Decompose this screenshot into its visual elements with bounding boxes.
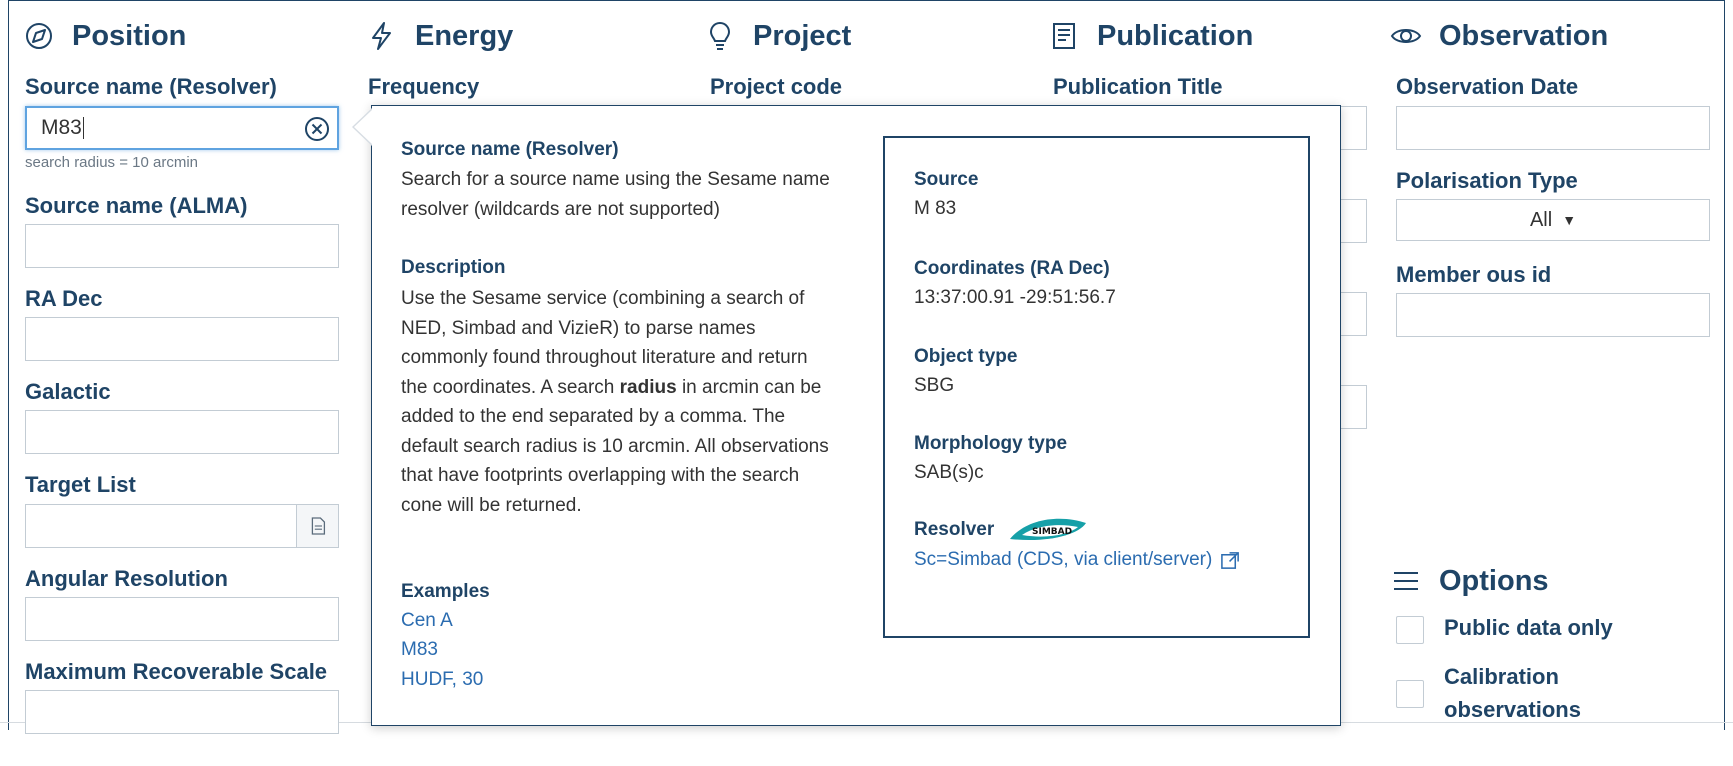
coords-label: Coordinates (RA Dec) bbox=[914, 258, 1110, 279]
text-caret bbox=[82, 117, 84, 140]
galactic-label: Galactic bbox=[25, 379, 111, 404]
simbad-logo-text: SIMBAD bbox=[1032, 527, 1072, 537]
project-title: Project bbox=[753, 19, 852, 52]
example-link-1[interactable]: Cen A bbox=[401, 610, 453, 632]
public-data-only-checkbox[interactable] bbox=[1396, 616, 1424, 644]
frequency-label: Frequency bbox=[368, 74, 480, 99]
ra-dec-label: RA Dec bbox=[25, 286, 103, 311]
publication-title-label: Publication Title bbox=[1053, 74, 1223, 99]
position-header: Position bbox=[22, 16, 186, 56]
popover-arrow-inner bbox=[354, 109, 373, 145]
observation-title: Observation bbox=[1439, 19, 1609, 52]
project-code-label: Project code bbox=[710, 74, 843, 99]
file-upload-button[interactable] bbox=[296, 505, 338, 547]
source-resolver-input[interactable]: M83 bbox=[25, 106, 339, 150]
simbad-link-text: Sc=Simbad (CDS, via client/server) bbox=[914, 549, 1213, 570]
galactic-input[interactable] bbox=[25, 410, 339, 454]
lightbulb-icon bbox=[703, 19, 737, 53]
angular-resolution-input[interactable] bbox=[25, 597, 339, 641]
menu-icon bbox=[1389, 564, 1423, 598]
description-bold: radius bbox=[619, 376, 677, 398]
source-alma-input[interactable] bbox=[25, 224, 339, 268]
calibration-label-line2: observations bbox=[1444, 697, 1581, 722]
resolver-result-card: Source M 83 Coordinates (RA Dec) 13:37:0… bbox=[883, 136, 1310, 638]
polarisation-type-label: Polarisation Type bbox=[1396, 168, 1578, 193]
example-link-2[interactable]: M83 bbox=[401, 639, 438, 661]
resolver-help-popover: Source name (Resolver) Search for a sour… bbox=[352, 105, 1341, 726]
compass-icon bbox=[22, 19, 56, 53]
position-title: Position bbox=[72, 19, 187, 52]
resolver-label: Resolver bbox=[914, 519, 995, 540]
coords-value: 13:37:00.91 -29:51:56.7 bbox=[914, 287, 1116, 308]
polarisation-type-select[interactable]: All ▼ bbox=[1396, 199, 1710, 241]
external-link-icon bbox=[1221, 551, 1240, 569]
example-link-3[interactable]: HUDF, 30 bbox=[401, 669, 483, 691]
publication-header: Publication bbox=[1047, 16, 1253, 56]
observation-date-label: Observation Date bbox=[1396, 74, 1579, 99]
source-alma-label: Source name (ALMA) bbox=[25, 193, 248, 218]
examples-title: Examples bbox=[401, 581, 490, 602]
observation-date-input[interactable] bbox=[1396, 106, 1710, 150]
max-recoverable-scale-input[interactable] bbox=[25, 690, 339, 734]
source-resolver-value: M83 bbox=[41, 116, 82, 139]
member-ous-id-label: Member ous id bbox=[1396, 262, 1552, 287]
project-header: Project bbox=[703, 16, 851, 56]
document-icon bbox=[1047, 19, 1081, 53]
help-text: Search for a source name using the Sesam… bbox=[401, 169, 830, 220]
help-title: Source name (Resolver) bbox=[401, 139, 619, 160]
publication-title: Publication bbox=[1097, 19, 1254, 52]
search-radius-hint: search radius = 10 arcmin bbox=[25, 154, 198, 171]
energy-header: Energy bbox=[365, 16, 513, 56]
object-type-label: Object type bbox=[914, 346, 1018, 367]
source-label: Source bbox=[914, 169, 979, 190]
calibration-observations-checkbox[interactable] bbox=[1396, 680, 1424, 708]
description-title: Description bbox=[401, 257, 506, 278]
member-ous-id-input[interactable] bbox=[1396, 293, 1710, 337]
ra-dec-input[interactable] bbox=[25, 317, 339, 361]
source-resolver-label: Source name (Resolver) bbox=[25, 74, 277, 99]
max-recoverable-scale-label: Maximum Recoverable Scale bbox=[25, 659, 328, 684]
lightning-icon bbox=[365, 19, 399, 53]
angular-resolution-label: Angular Resolution bbox=[25, 566, 228, 591]
public-data-only-label[interactable]: Public data only bbox=[1444, 611, 1613, 644]
simbad-logo: SIMBAD bbox=[1010, 518, 1086, 541]
energy-title: Energy bbox=[415, 19, 514, 52]
simbad-link[interactable]: Sc=Simbad (CDS, via client/server) bbox=[914, 549, 1241, 571]
options-header: Options bbox=[1389, 561, 1549, 601]
eye-icon bbox=[1389, 19, 1423, 53]
file-icon bbox=[311, 517, 325, 535]
object-type-value: SBG bbox=[914, 375, 955, 396]
observation-header: Observation bbox=[1389, 16, 1608, 56]
polarisation-type-value: All bbox=[1529, 208, 1553, 231]
morphology-label: Morphology type bbox=[914, 433, 1068, 454]
morphology-value: SAB(s)c bbox=[914, 462, 984, 483]
clear-icon[interactable] bbox=[303, 115, 331, 143]
target-list-label: Target List bbox=[25, 472, 136, 497]
calibration-label-line1: Calibration bbox=[1444, 664, 1559, 689]
source-value: M 83 bbox=[914, 198, 957, 219]
description-text: Use the Sesame service (combining a sear… bbox=[401, 284, 831, 520]
options-title: Options bbox=[1439, 564, 1549, 597]
target-list-input[interactable] bbox=[25, 504, 339, 548]
calibration-observations-label[interactable]: Calibration observations bbox=[1444, 660, 1581, 726]
caret-down-icon: ▼ bbox=[1562, 212, 1577, 228]
